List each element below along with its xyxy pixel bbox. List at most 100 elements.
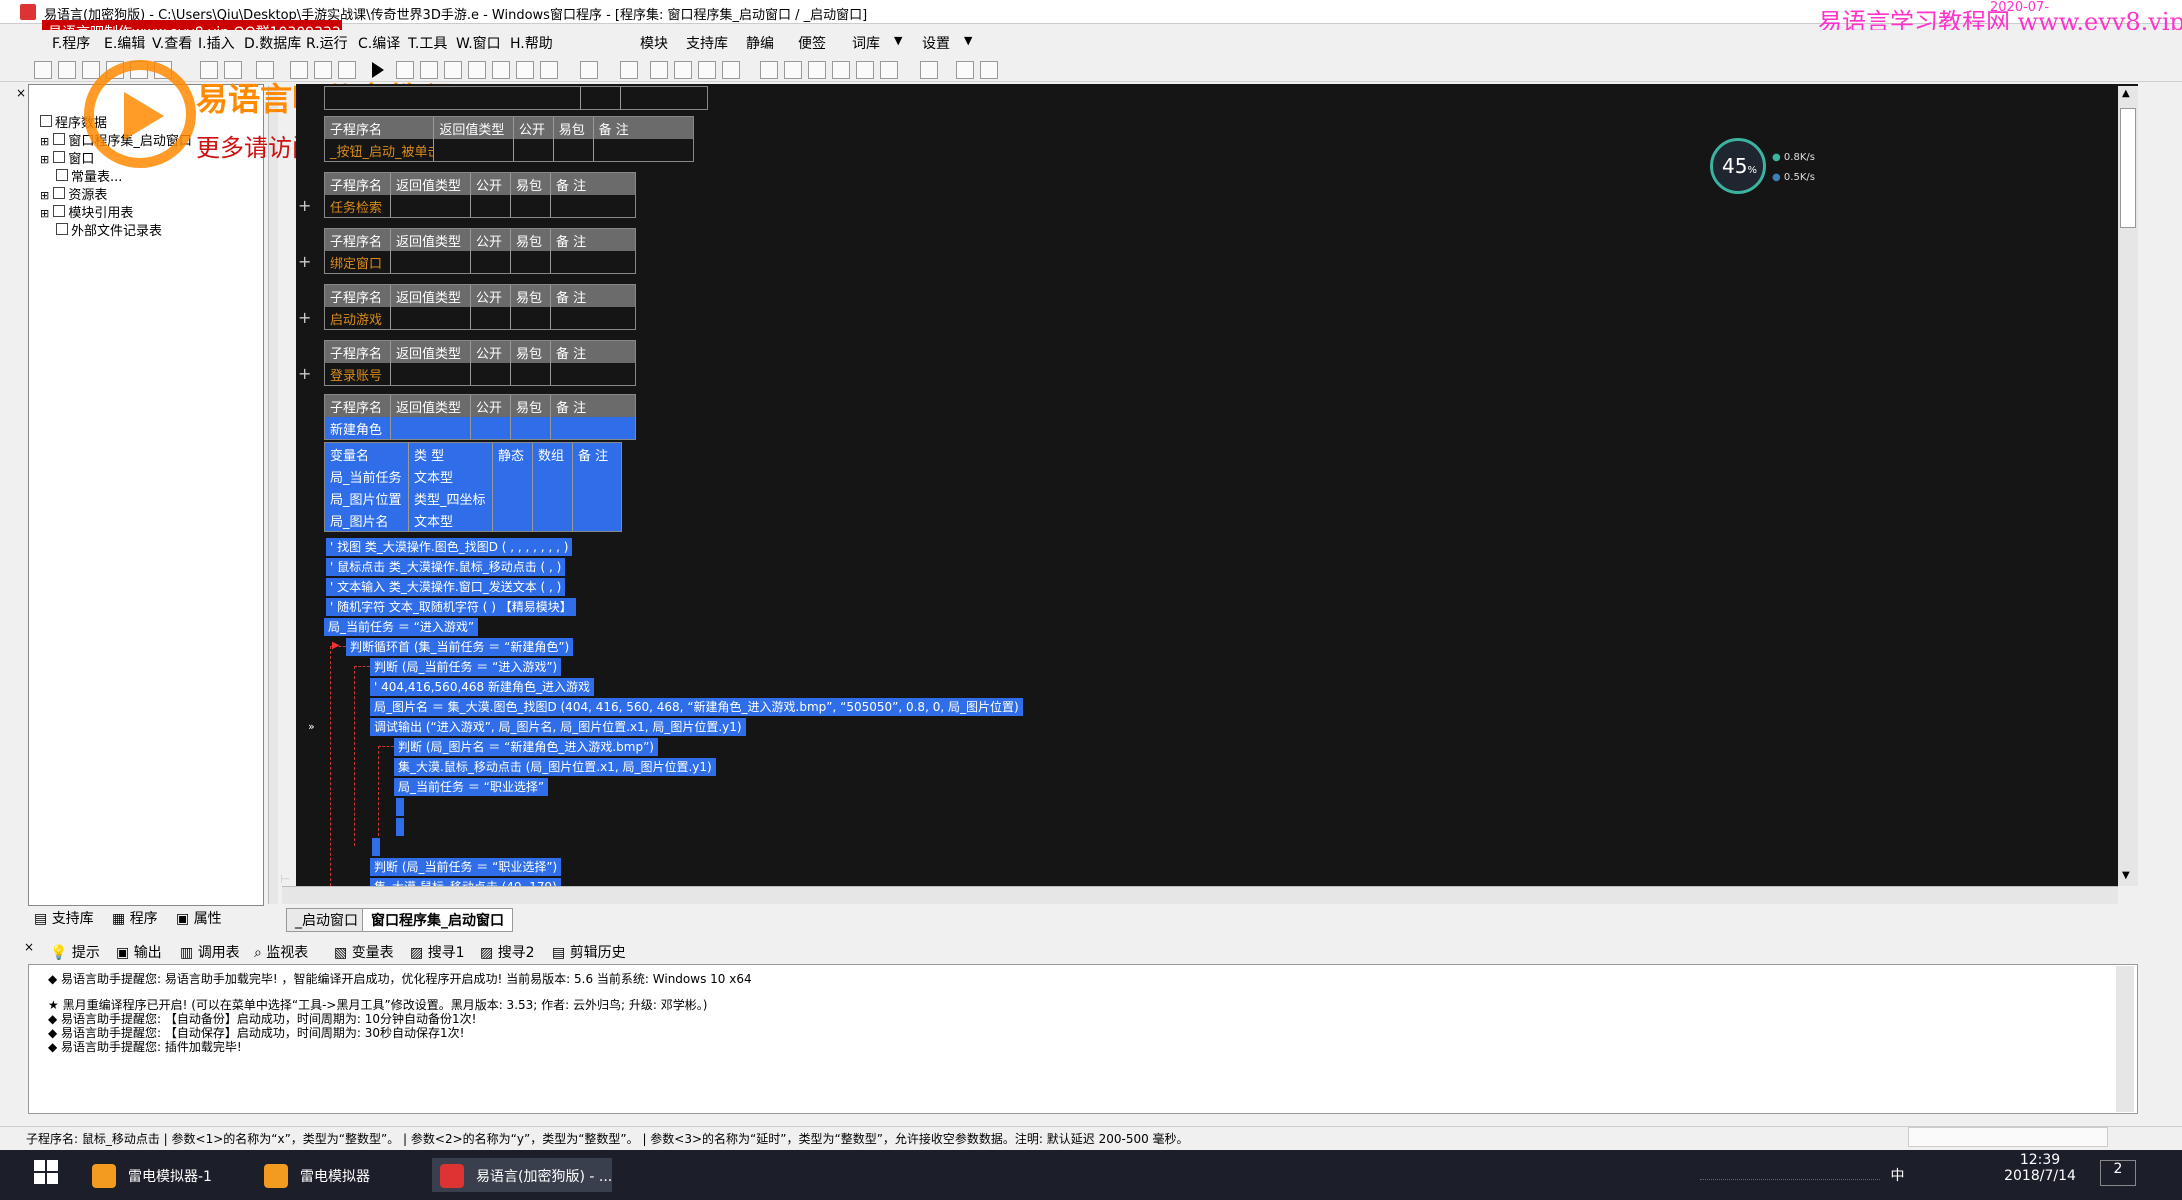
chevron-down-icon[interactable]: ▼ [894,34,902,47]
sub-name[interactable]: _按钮_启动_被单击 [325,139,435,161]
windows-start-icon[interactable] [34,1160,58,1184]
run-to-cursor-icon[interactable] [516,61,534,79]
left-scrollbar[interactable] [268,86,278,904]
clock[interactable]: 12:39 2018/7/14 [1990,1152,2090,1184]
open-file-icon[interactable] [58,61,76,79]
taskbar-app-eyuyan[interactable]: 易语言(加密狗版) - ... [432,1158,612,1192]
system-tray[interactable]: 中 [1700,1160,1940,1186]
var-type[interactable]: 文本型 [409,465,493,487]
space-h-icon[interactable] [880,61,898,79]
code-line[interactable]: ' 404,416,560,468 新建角色_进入游戏 [370,678,594,696]
menu-edit[interactable]: E.编辑 [104,33,145,53]
taskbar-app-emulator[interactable]: 雷电模拟器 [256,1158,426,1192]
expand-icon[interactable]: + [298,308,311,327]
expand-icon[interactable]: + [298,252,311,271]
output-tab-search1[interactable]: ▨ 搜寻1 [410,942,465,962]
align-left-icon[interactable] [650,61,668,79]
output-tab-output[interactable]: ▣ 输出 [116,942,162,962]
menu-static-compile[interactable]: 静编 [746,33,774,53]
sub-name[interactable]: 任务检索 [325,195,391,217]
center-v-icon[interactable] [784,61,802,79]
expand-icon[interactable]: ⊞ [40,153,49,166]
notification-icon[interactable]: 2 [2100,1160,2136,1186]
output-tab-hint[interactable]: 💡 提示 [50,942,100,962]
new-file-icon[interactable] [34,61,52,79]
var-name[interactable]: 局_当前任务 [325,465,409,487]
code-line[interactable]: ' 文本输入 类_大漠操作.窗口_发送文本 ( , ) [326,578,566,596]
menu-module[interactable]: 模块 [640,33,668,53]
output-tab-clip-history[interactable]: ▤ 剪辑历史 [552,942,626,962]
menu-notes[interactable]: 便签 [798,33,826,53]
code-line[interactable]: 局_图片名 ＝ 集_大漠.图色_找图D (404, 416, 560, 468,… [370,698,1023,716]
ime-toolbar[interactable] [1908,1127,2108,1147]
fold-icon[interactable]: ⊢ [280,872,290,886]
menu-compile[interactable]: C.编译 [358,33,400,53]
tab-support-lib[interactable]: ▤ 支持库 [34,908,94,928]
output-tab-watch[interactable]: ⌕ 监视表 [254,942,308,962]
order-icon[interactable] [956,61,974,79]
output-close-icon[interactable]: × [24,940,34,954]
grid-icon[interactable] [620,61,638,79]
tree-item-module-refs[interactable]: ⊞ 模块引用表 [40,202,133,221]
scroll-up-icon[interactable]: ▲ [2122,88,2130,99]
menu-run[interactable]: R.运行 [306,33,348,53]
editor-tab-window[interactable]: _启动窗口 [286,908,367,932]
output-scrollbar[interactable] [2116,966,2134,1112]
editor-tab-assembly[interactable]: 窗口程序集_启动窗口 [362,908,513,932]
chevron-down-icon[interactable]: ▼ [964,34,972,47]
expand-icon[interactable]: + [298,364,311,383]
menu-settings[interactable]: 设置 [922,33,950,53]
expand-icon[interactable]: + [298,196,311,215]
expand-icon[interactable]: ⊞ [40,207,49,220]
tab-properties[interactable]: ▣ 属性 [176,908,222,928]
menu-support-lib[interactable]: 支持库 [686,33,728,53]
var-name[interactable]: 局_图片位置 [325,487,409,509]
code-line[interactable]: 局_当前任务 ＝ “职业选择” [394,778,549,796]
lock-icon[interactable] [980,61,998,79]
same-height-icon[interactable] [832,61,850,79]
code-line[interactable]: ' 随机字符 文本_取随机字符 ( ) 【精易模块】 [326,598,576,616]
code-line[interactable]: 集_大漠.鼠标_移动点击 (局_图片位置.x1, 局_图片位置.y1) [394,758,716,776]
hand-icon[interactable] [540,61,558,79]
scroll-down-icon[interactable]: ▼ [2122,870,2130,881]
ime-indicator[interactable]: 中 [1890,1168,1904,1184]
sub-name[interactable]: 绑定窗口 [325,251,391,273]
code-line[interactable]: 局_当前任务 ＝ “进入游戏” [324,618,479,636]
tree-item-window[interactable]: ⊞ 窗口 [40,148,94,167]
code-line[interactable]: ' 鼠标点击 类_大漠操作.鼠标_移动点击 ( , ) [326,558,566,576]
menu-window[interactable]: W.窗口 [456,33,501,53]
sub-name-selected[interactable]: 新建角色 [325,417,391,439]
menu-database[interactable]: D.数据库 [244,33,301,53]
align-bottom-icon[interactable] [722,61,740,79]
output-tab-search2[interactable]: ▨ 搜寻2 [480,942,535,962]
code-line[interactable]: ' 找图 类_大漠操作.图色_找图D ( , , , , , , , ) [326,538,573,556]
var-type[interactable]: 类型_四坐标 [409,487,493,509]
var-name[interactable]: 局_图片名 [325,509,409,531]
code-line[interactable]: 判断 (局_图片名 ＝ “新建角色_进入游戏.bmp”) [394,738,658,756]
var-type[interactable]: 文本型 [409,509,493,531]
breakpoint-marker-icon[interactable]: » [308,720,315,733]
breakpoint-icon[interactable] [492,61,510,79]
code-line-empty[interactable] [372,838,380,856]
align-icon[interactable] [580,61,598,79]
expand-icon[interactable]: ⊞ [40,135,49,148]
tray-icons[interactable] [1700,1160,1880,1180]
same-size-icon[interactable] [856,61,874,79]
code-line[interactable]: 调试输出 (“进入游戏”, 局_图片名, 局_图片位置.x1, 局_图片位置.y… [370,718,746,736]
align-top-icon[interactable] [698,61,716,79]
output-tab-vars[interactable]: ▧ 变量表 [334,942,394,962]
menu-help[interactable]: H.帮助 [510,33,553,53]
scroll-thumb[interactable] [2120,108,2136,228]
code-line-empty[interactable] [396,798,404,816]
code-line[interactable]: 判断 (局_当前任务 ＝ “进入游戏”) [370,658,562,676]
center-h-icon[interactable] [760,61,778,79]
step-out-icon[interactable] [468,61,486,79]
tree-item-external-files[interactable]: 外部文件记录表 [56,220,162,239]
same-width-icon[interactable] [808,61,826,79]
tab-program[interactable]: ▦ 程序 [112,908,158,928]
menu-wordlib[interactable]: 词库 [852,33,880,53]
expand-icon[interactable]: ⊞ [40,189,49,202]
sub-name[interactable]: 启动游戏 [325,307,391,329]
code-line[interactable]: 判断 (局_当前任务 ＝ “职业选择”) [370,858,562,876]
sub-name[interactable]: 登录账号 [325,363,391,385]
